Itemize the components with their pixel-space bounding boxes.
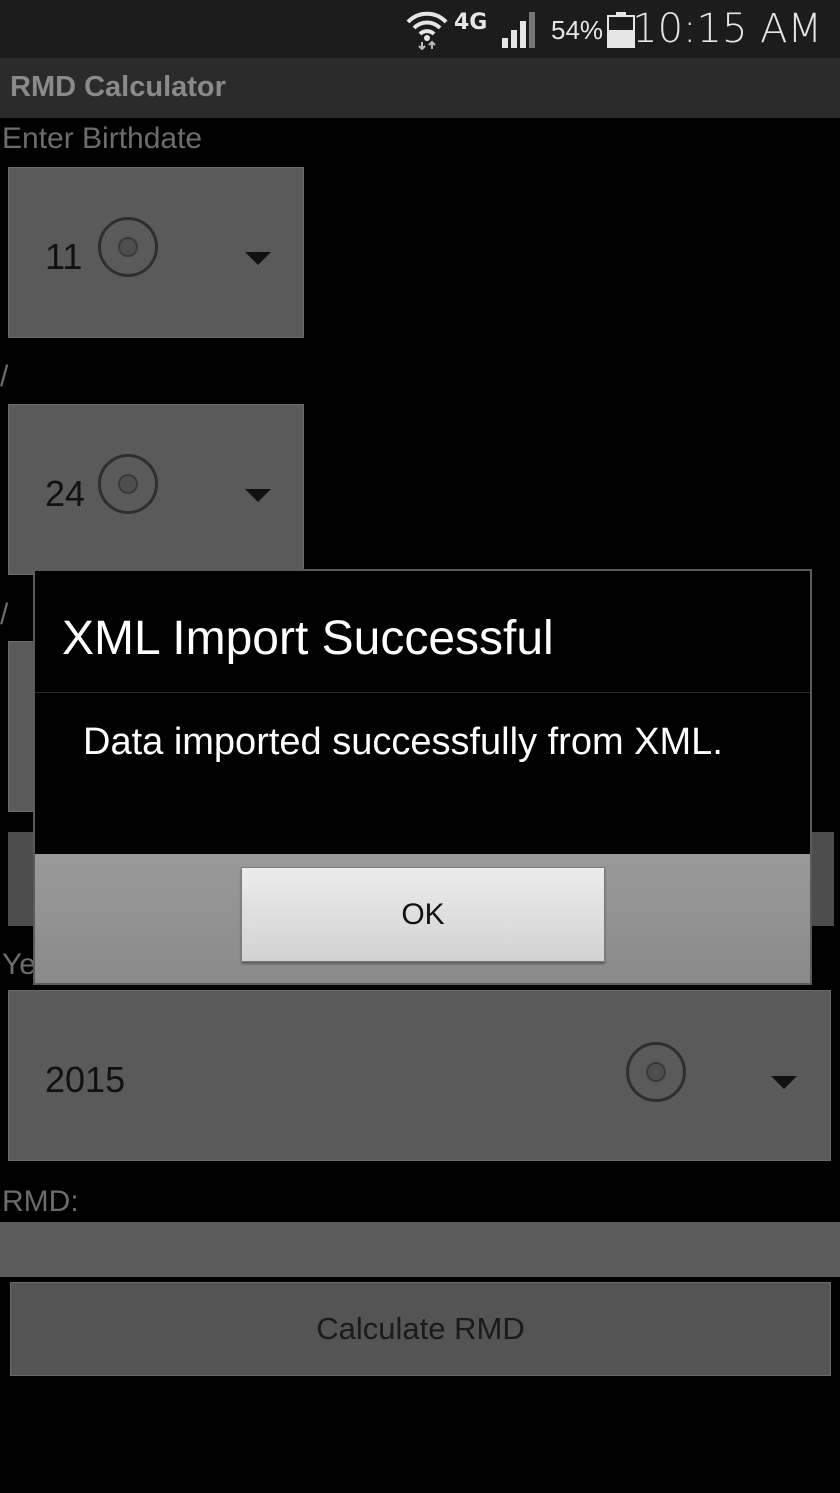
dialog-title: XML Import Successful xyxy=(62,612,554,665)
clock: 10:15 AM xyxy=(632,6,822,52)
radio-circle-icon xyxy=(626,1042,686,1102)
birthdate-label: Enter Birthdate xyxy=(2,122,203,155)
rmd-result-field[interactable] xyxy=(0,1222,840,1277)
dialog-divider xyxy=(35,692,810,693)
day-spinner[interactable]: 24 xyxy=(8,404,304,575)
battery-icon xyxy=(607,12,635,48)
month-value: 11 xyxy=(45,236,83,277)
calculate-rmd-button[interactable]: Calculate RMD xyxy=(10,1282,831,1376)
battery-percent: 54% xyxy=(551,15,604,45)
import-dialog: XML Import Successful Data imported succ… xyxy=(33,569,812,985)
dropdown-arrow-icon xyxy=(245,252,271,265)
signal-icon xyxy=(502,12,535,48)
month-spinner[interactable]: 11 xyxy=(8,167,304,338)
dialog-button-bar: OK xyxy=(35,854,810,983)
radio-circle-icon xyxy=(98,217,158,277)
year-label: Ye xyxy=(2,948,36,981)
date-separator: / xyxy=(0,360,9,393)
day-value: 24 xyxy=(45,473,86,514)
ok-button[interactable]: OK xyxy=(241,867,605,962)
rmd-label: RMD: xyxy=(2,1185,79,1218)
dropdown-arrow-icon xyxy=(245,489,271,502)
dialog-message: Data imported successfully from XML. xyxy=(83,721,723,763)
year-spinner[interactable]: 2015 xyxy=(8,990,831,1161)
date-separator: / xyxy=(0,598,9,631)
dropdown-arrow-icon xyxy=(771,1076,797,1089)
app-title: RMD Calculator xyxy=(10,71,226,103)
radio-circle-icon xyxy=(98,454,158,514)
wifi-icon xyxy=(406,11,448,50)
network-type: 4G xyxy=(454,10,488,35)
action-bar: RMD Calculator xyxy=(0,58,840,118)
status-bar: 4G 54% 10:15 AM xyxy=(0,0,840,58)
year-select-value: 2015 xyxy=(45,1059,126,1100)
